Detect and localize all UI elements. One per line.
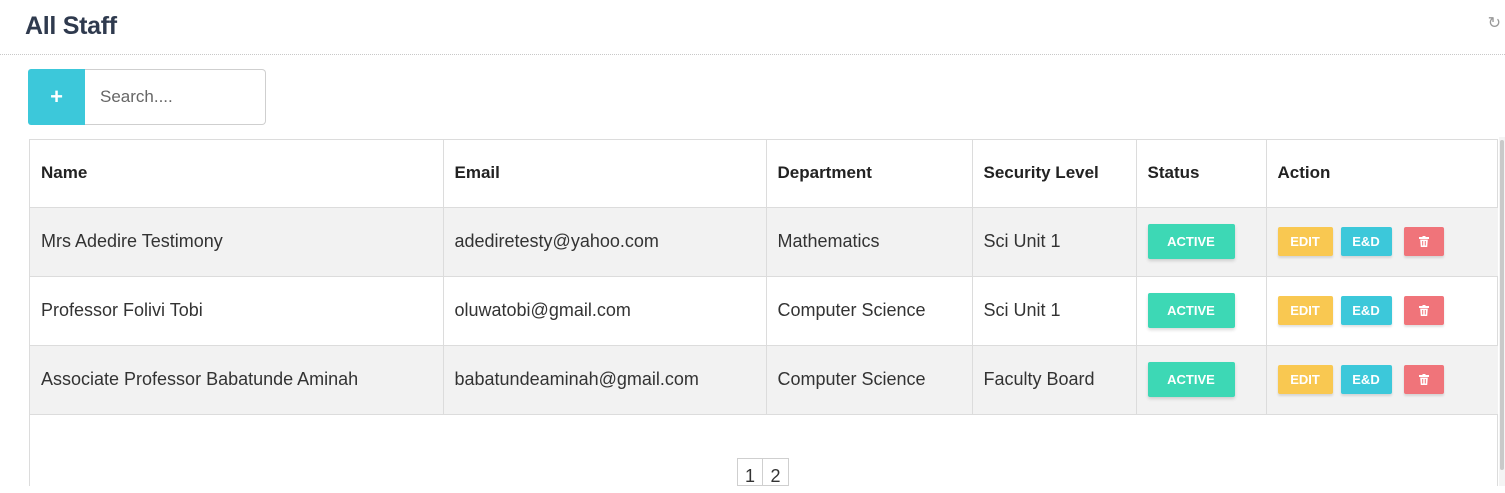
cell-name: Professor Folivi Tobi <box>30 276 444 346</box>
cell-action: EDIT E&D <box>1266 276 1498 346</box>
table-row: Professor Folivi Tobi oluwatobi@gmail.co… <box>30 276 1498 346</box>
toolbar: + <box>28 69 266 125</box>
delete-button[interactable] <box>1403 296 1444 325</box>
trash-icon <box>1418 235 1429 247</box>
page-link-2[interactable]: 2 <box>763 458 789 486</box>
table-row: Associate Professor Babatunde Aminah bab… <box>30 345 1498 415</box>
column-header-name[interactable]: Name <box>30 140 444 208</box>
column-header-status[interactable]: Status <box>1136 140 1267 208</box>
cell-email: oluwatobi@gmail.com <box>443 276 767 346</box>
page-title: All Staff <box>25 12 117 40</box>
trash-icon <box>1418 373 1429 385</box>
edit-and-delete-button[interactable]: E&D <box>1340 365 1392 394</box>
page-header: All Staff ↻ <box>0 0 1505 55</box>
search-input[interactable] <box>85 69 266 125</box>
edit-and-delete-button[interactable]: E&D <box>1340 296 1392 325</box>
staff-table-container: Name Email Department Security Level Sta… <box>29 139 1498 486</box>
cell-name: Mrs Adedire Testimony <box>30 207 444 277</box>
cell-action: EDIT E&D <box>1266 345 1498 415</box>
cell-email: babatundeaminah@gmail.com <box>443 345 767 415</box>
cell-status: ACTIVE <box>1136 207 1267 277</box>
cell-security-level: Sci Unit 1 <box>972 276 1137 346</box>
column-header-action: Action <box>1266 140 1498 208</box>
cell-email: adediretesty@yahoo.com <box>443 207 767 277</box>
column-header-department[interactable]: Department <box>766 140 973 208</box>
trash-icon <box>1418 304 1429 316</box>
status-badge[interactable]: ACTIVE <box>1147 362 1235 397</box>
table-header-row: Name Email Department Security Level Sta… <box>30 140 1498 208</box>
cell-status: ACTIVE <box>1136 276 1267 346</box>
column-header-security-level[interactable]: Security Level <box>972 140 1137 208</box>
status-badge[interactable]: ACTIVE <box>1147 293 1235 328</box>
edit-button[interactable]: EDIT <box>1277 365 1333 394</box>
page-link-1[interactable]: 1 <box>737 458 763 486</box>
delete-button[interactable] <box>1403 365 1444 394</box>
cell-status: ACTIVE <box>1136 345 1267 415</box>
cell-department: Computer Science <box>766 276 973 346</box>
table-row: Mrs Adedire Testimony adediretesty@yahoo… <box>30 207 1498 277</box>
cell-department: Computer Science <box>766 345 973 415</box>
refresh-icon[interactable]: ↻ <box>1488 13 1501 33</box>
edit-and-delete-button[interactable]: E&D <box>1340 227 1392 256</box>
cell-security-level: Faculty Board <box>972 345 1137 415</box>
staff-table: Name Email Department Security Level Sta… <box>30 140 1498 415</box>
status-badge[interactable]: ACTIVE <box>1147 224 1235 259</box>
delete-button[interactable] <box>1403 227 1444 256</box>
edit-button[interactable]: EDIT <box>1277 227 1333 256</box>
pagination: 1 2 <box>737 458 789 486</box>
cell-security-level: Sci Unit 1 <box>972 207 1137 277</box>
cell-action: EDIT E&D <box>1266 207 1498 277</box>
edit-button[interactable]: EDIT <box>1277 296 1333 325</box>
scrollbar-thumb[interactable] <box>1500 140 1504 470</box>
cell-name: Associate Professor Babatunde Aminah <box>30 345 444 415</box>
add-staff-button[interactable]: + <box>28 69 85 125</box>
column-header-email[interactable]: Email <box>443 140 767 208</box>
cell-department: Mathematics <box>766 207 973 277</box>
